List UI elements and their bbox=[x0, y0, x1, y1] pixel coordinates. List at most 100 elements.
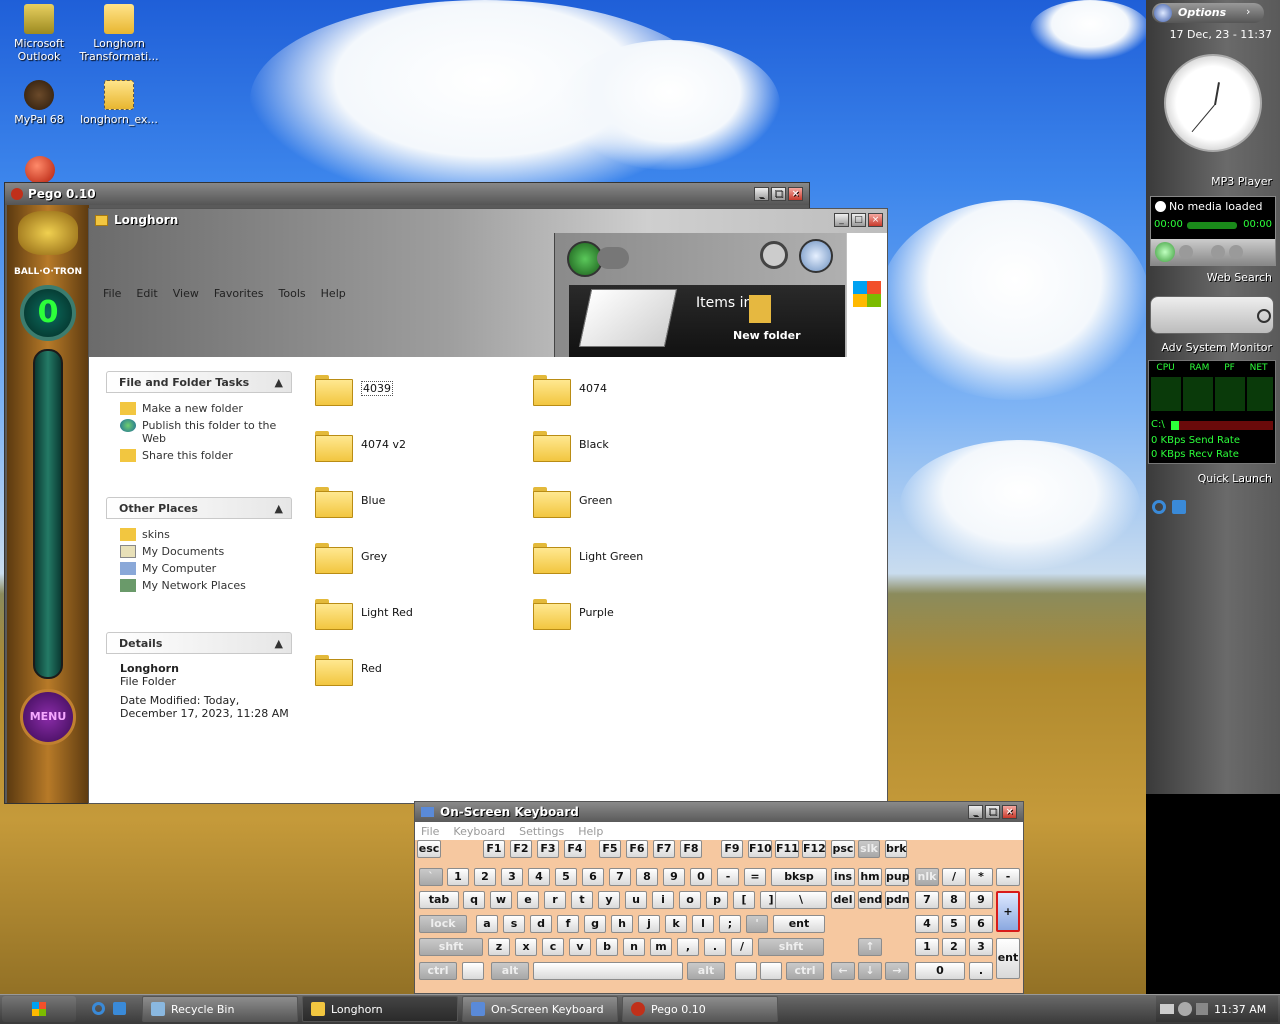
menu-help[interactable]: Help bbox=[321, 287, 346, 300]
ie-icon[interactable] bbox=[1152, 500, 1166, 514]
osk-key[interactable]: 2 bbox=[942, 938, 966, 956]
osk-key[interactable]: 9 bbox=[969, 891, 993, 909]
osk-key[interactable]: [ bbox=[733, 891, 755, 909]
osk-key[interactable]: F10 bbox=[748, 840, 772, 858]
menu-view[interactable]: View bbox=[173, 287, 199, 300]
folder-item[interactable]: Green bbox=[533, 479, 733, 521]
forward-button[interactable] bbox=[597, 247, 629, 269]
osk-key[interactable]: alt bbox=[687, 962, 725, 980]
osk-key[interactable]: ↓ bbox=[858, 962, 882, 980]
close-button[interactable]: × bbox=[788, 187, 803, 201]
osk-key[interactable]: ` bbox=[419, 868, 443, 886]
close-button[interactable]: × bbox=[868, 213, 883, 227]
folder-item[interactable]: 4074 bbox=[533, 367, 733, 409]
osk-key[interactable]: i bbox=[652, 891, 674, 909]
play-button[interactable] bbox=[1155, 242, 1175, 262]
show-desktop-icon[interactable] bbox=[1172, 500, 1186, 514]
osk-key[interactable]: F4 bbox=[564, 840, 586, 858]
pego-titlebar[interactable]: Pego 0.10 _ □ × bbox=[5, 183, 809, 205]
next-button[interactable] bbox=[1229, 245, 1243, 259]
osk-key[interactable]: 4 bbox=[915, 915, 939, 933]
show-desktop-icon[interactable] bbox=[113, 1002, 126, 1015]
ie-icon[interactable] bbox=[92, 1002, 105, 1015]
desktop-icon-longhorn-transformation[interactable]: Longhorn Transformati... bbox=[76, 4, 162, 63]
osk-key[interactable]: F7 bbox=[653, 840, 675, 858]
osk-key[interactable]: F12 bbox=[802, 840, 826, 858]
osk-key[interactable]: e bbox=[517, 891, 539, 909]
osk-key[interactable]: k bbox=[665, 915, 687, 933]
osk-key[interactable]: ; bbox=[719, 915, 741, 933]
osk-key[interactable]: w bbox=[490, 891, 512, 909]
osk-key[interactable]: / bbox=[731, 938, 753, 956]
osk-key[interactable]: . bbox=[704, 938, 726, 956]
osk-key[interactable]: pup bbox=[885, 868, 910, 886]
windows-key[interactable] bbox=[735, 962, 757, 980]
folder-item[interactable]: 4039 bbox=[315, 367, 515, 409]
osk-key[interactable]: 5 bbox=[555, 868, 577, 886]
osk-key[interactable]: ent bbox=[773, 915, 825, 933]
places-header[interactable]: Other Places ▲ bbox=[106, 497, 292, 519]
osk-key[interactable]: / bbox=[942, 868, 966, 886]
taskbar-clock[interactable]: 11:37 AM bbox=[1214, 1003, 1266, 1016]
menu-help[interactable]: Help bbox=[578, 825, 603, 838]
search-icon[interactable] bbox=[760, 241, 788, 269]
osk-key[interactable]: F5 bbox=[599, 840, 621, 858]
place-skins[interactable]: skins bbox=[106, 525, 292, 542]
taskbar-recycle-bin[interactable]: Recycle Bin bbox=[142, 996, 298, 1022]
osk-key[interactable]: 7 bbox=[609, 868, 631, 886]
osk-key[interactable]: F11 bbox=[775, 840, 799, 858]
folder-item[interactable]: Purple bbox=[533, 591, 733, 633]
network-tray-icon[interactable] bbox=[1196, 1003, 1208, 1015]
osk-key[interactable]: bksp bbox=[771, 868, 827, 886]
osk-key[interactable]: x bbox=[515, 938, 537, 956]
menu-key[interactable] bbox=[760, 962, 782, 980]
osk-key[interactable]: 1 bbox=[915, 938, 939, 956]
osk-key[interactable]: → bbox=[885, 962, 909, 980]
osk-key[interactable]: 9 bbox=[663, 868, 685, 886]
osk-key[interactable]: nlk bbox=[915, 868, 939, 886]
osk-key[interactable]: F3 bbox=[537, 840, 559, 858]
desktop-icon-mypal[interactable]: MyPal 68 bbox=[0, 80, 82, 126]
osk-key[interactable]: brk bbox=[885, 840, 907, 858]
osk-key[interactable]: 6 bbox=[582, 868, 604, 886]
osk-key[interactable]: 3 bbox=[501, 868, 523, 886]
pego-desktop-icon[interactable] bbox=[25, 156, 55, 184]
osk-key[interactable]: end bbox=[858, 891, 882, 909]
collapse-icon[interactable]: ▲ bbox=[275, 376, 283, 389]
osk-key[interactable]: alt bbox=[491, 962, 529, 980]
task-share-folder[interactable]: Share this folder bbox=[106, 446, 292, 463]
osk-key[interactable]: esc bbox=[417, 840, 441, 858]
collapse-icon[interactable]: ▲ bbox=[275, 502, 283, 515]
taskbar-longhorn[interactable]: Longhorn bbox=[302, 996, 458, 1022]
folder-item[interactable]: Red bbox=[315, 647, 515, 689]
menu-tools[interactable]: Tools bbox=[279, 287, 306, 300]
folder-item[interactable]: Light Green bbox=[533, 535, 733, 577]
osk-key[interactable]: o bbox=[679, 891, 701, 909]
osk-key[interactable]: 8 bbox=[636, 868, 658, 886]
osk-key[interactable]: 3 bbox=[969, 938, 993, 956]
osk-key[interactable]: . bbox=[969, 962, 993, 980]
osk-key[interactable]: l bbox=[692, 915, 714, 933]
osk-key[interactable]: 8 bbox=[942, 891, 966, 909]
folder-item[interactable]: Blue bbox=[315, 479, 515, 521]
osk-key[interactable]: c bbox=[542, 938, 564, 956]
osk-key[interactable]: j bbox=[638, 915, 660, 933]
task-publish-web[interactable]: Publish this folder to the Web bbox=[106, 416, 292, 446]
osk-key[interactable]: tab bbox=[419, 891, 459, 909]
osk-key[interactable]: f bbox=[557, 915, 579, 933]
osk-key[interactable]: pdn bbox=[885, 891, 910, 909]
osk-key[interactable]: m bbox=[650, 938, 672, 956]
explorer-titlebar[interactable]: Longhorn bbox=[89, 209, 887, 231]
menu-keyboard[interactable]: Keyboard bbox=[453, 825, 505, 838]
osk-key[interactable]: t bbox=[571, 891, 593, 909]
web-search-input[interactable] bbox=[1150, 296, 1274, 334]
osk-key[interactable]: shft bbox=[419, 938, 483, 956]
osk-key[interactable]: slk bbox=[858, 840, 880, 858]
menu-button[interactable]: MENU bbox=[20, 689, 76, 745]
osk-key[interactable]: z bbox=[488, 938, 510, 956]
osk-key[interactable]: 6 bbox=[969, 915, 993, 933]
folder-item[interactable]: Black bbox=[533, 423, 733, 465]
taskbar-pego[interactable]: Pego 0.10 bbox=[622, 996, 778, 1022]
osk-key[interactable]: n bbox=[623, 938, 645, 956]
osk-key[interactable]: F6 bbox=[626, 840, 648, 858]
